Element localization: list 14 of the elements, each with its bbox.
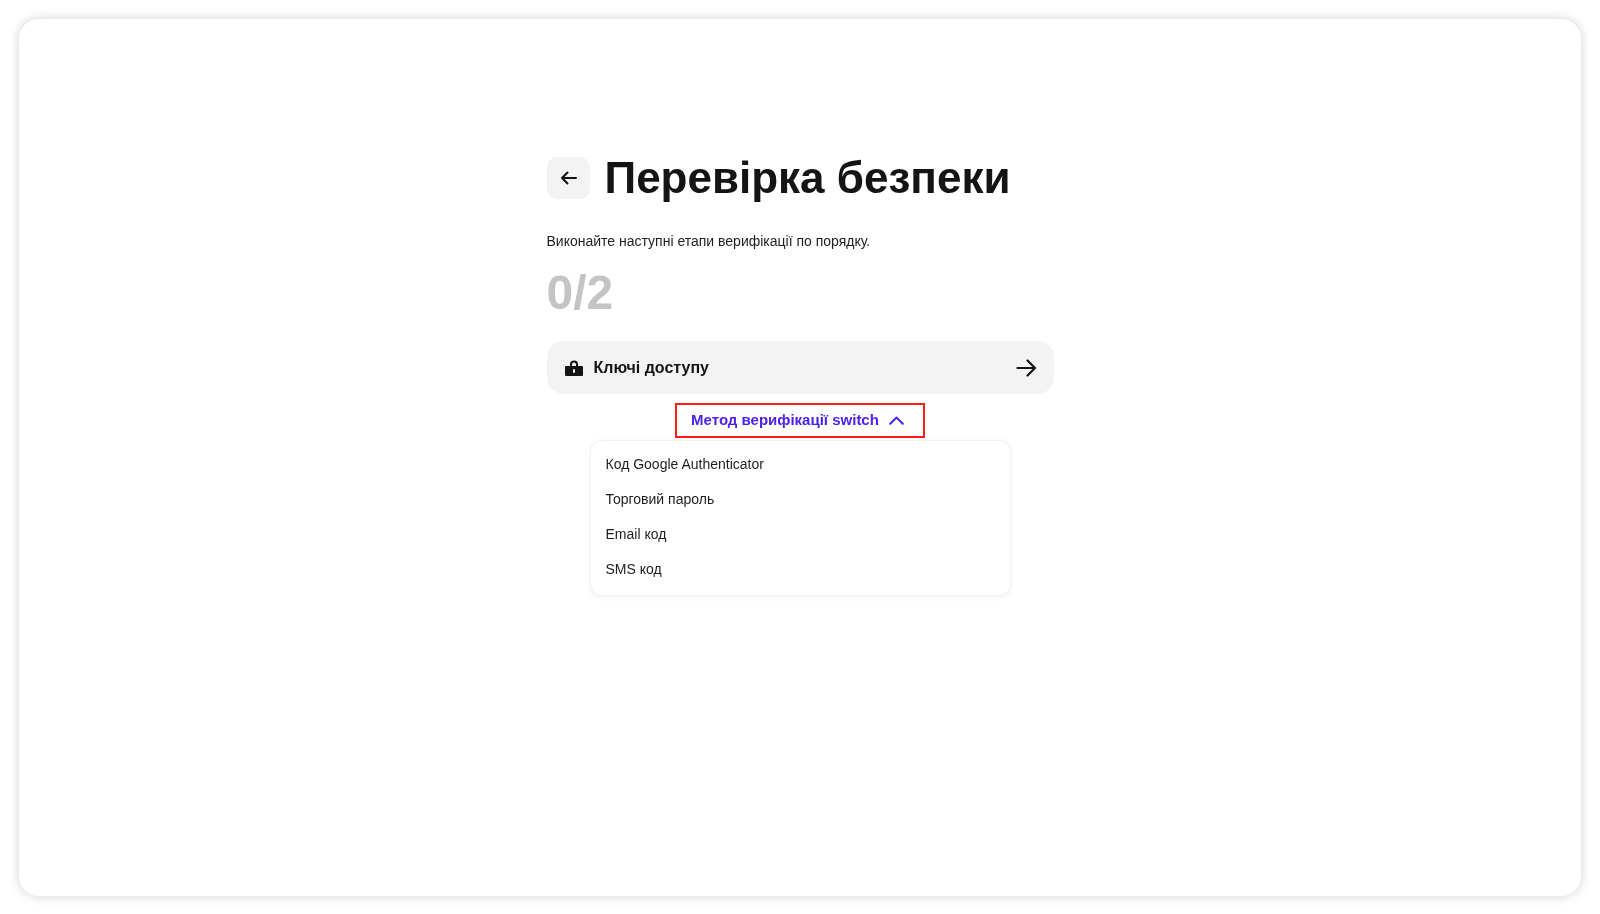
back-button[interactable]	[546, 157, 590, 199]
instruction-text: Виконайте наступні етапи верифікації по порядку.	[546, 232, 872, 251]
arrow-right-icon	[1015, 358, 1037, 377]
menu-item[interactable]: Торговий пароль	[590, 482, 1010, 517]
lock-icon	[564, 359, 583, 376]
menu-item[interactable]: Код Google Authenticator	[590, 447, 1010, 482]
step-button[interactable]: Ключі доступу	[546, 341, 1054, 394]
menu-item[interactable]: Email код	[590, 517, 1010, 552]
progress-counter: 0/2	[546, 266, 614, 319]
menu-item[interactable]: SMS код	[590, 552, 1010, 587]
method-switch-button[interactable]: Метод верифікації switch	[675, 403, 925, 438]
chevron-up-icon	[888, 416, 904, 425]
arrow-left-icon	[559, 171, 577, 185]
page-title: Перевірка безпеки	[604, 153, 1011, 203]
